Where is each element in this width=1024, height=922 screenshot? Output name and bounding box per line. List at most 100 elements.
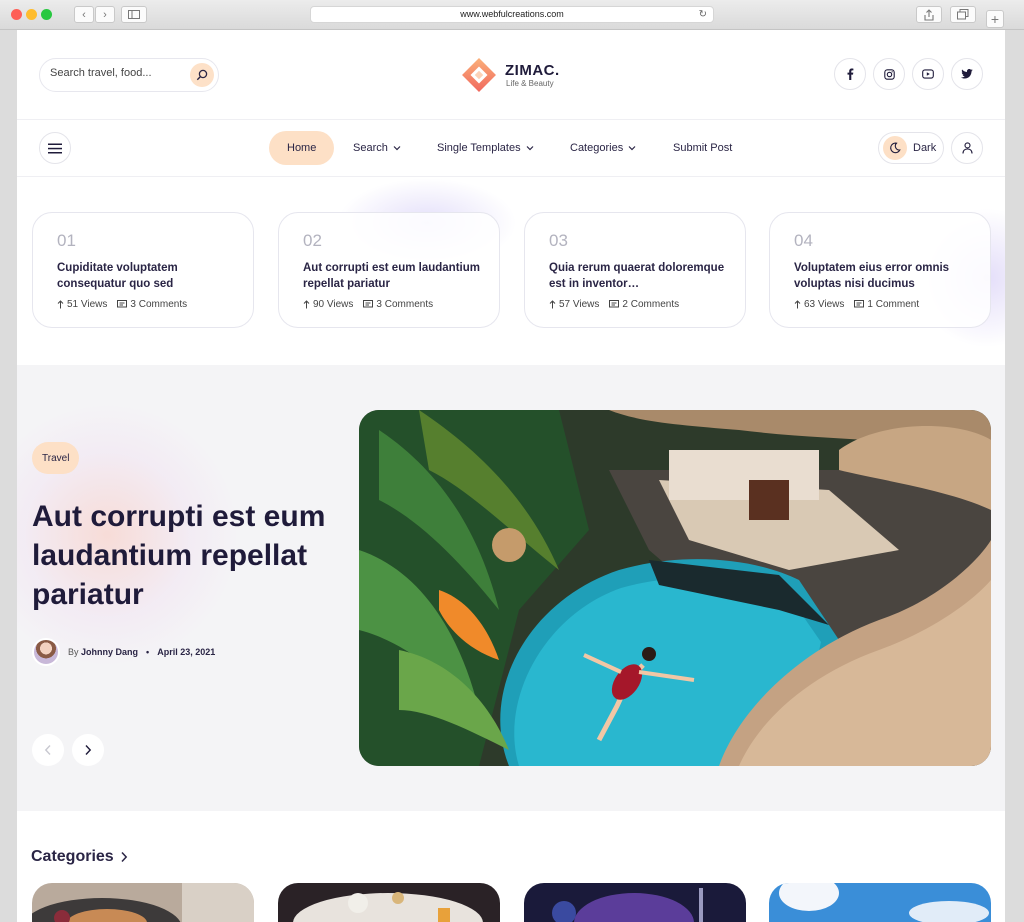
- nav-label-search: Search: [353, 142, 388, 154]
- arrow-up-icon: [57, 300, 64, 309]
- logo-name: ZIMAC.: [505, 62, 560, 79]
- minimize-window-button[interactable]: [26, 9, 37, 20]
- categories-title: Categories: [31, 848, 114, 865]
- site-logo[interactable]: ZIMAC. Life & Beauty: [460, 56, 570, 96]
- chevron-down-icon: [393, 146, 401, 151]
- dark-mode-toggle[interactable]: Dark: [878, 132, 944, 164]
- trending-card[interactable]: 03 Quia rerum quaerat doloremque est in …: [524, 212, 746, 328]
- address-bar[interactable]: www.webfulcreations.com ↻: [310, 6, 714, 23]
- reload-icon[interactable]: ↻: [699, 7, 707, 22]
- nav-label-categories: Categories: [570, 142, 624, 154]
- youtube-button[interactable]: [912, 58, 944, 90]
- comment-count: 3 Comments: [376, 299, 434, 310]
- trending-meta: 63 Views 1 Comment: [794, 299, 919, 310]
- twitter-icon: [961, 69, 973, 79]
- featured-post-title[interactable]: Aut corrupti est eum laudantium repellat…: [32, 497, 332, 614]
- search-box: [39, 58, 219, 92]
- account-button[interactable]: [951, 132, 983, 164]
- trending-meta: 57 Views 2 Comments: [549, 299, 679, 310]
- trending-title[interactable]: Quia rerum quaerat doloremque est in inv…: [549, 260, 735, 292]
- facebook-button[interactable]: [834, 58, 866, 90]
- youtube-icon: [922, 69, 934, 79]
- share-icon[interactable]: [916, 6, 942, 23]
- forward-button[interactable]: ›: [95, 6, 115, 23]
- chevron-down-icon: [526, 146, 534, 151]
- slider-next-button[interactable]: [72, 734, 104, 766]
- arrow-up-icon: [303, 300, 310, 309]
- category-card-image[interactable]: [32, 883, 254, 922]
- twitter-button[interactable]: [951, 58, 983, 90]
- moon-icon: [883, 136, 907, 160]
- instagram-button[interactable]: [873, 58, 905, 90]
- url-text: www.webfulcreations.com: [460, 9, 564, 19]
- sidebar-toggle-icon[interactable]: [121, 6, 147, 23]
- trending-title[interactable]: Cupiditate voluptatem consequatur quo se…: [57, 260, 243, 292]
- trending-number: 04: [794, 231, 813, 250]
- trending-title[interactable]: Voluptatem eius error omnis voluptas nis…: [794, 260, 980, 292]
- page-gutter-left: [0, 30, 17, 922]
- hamburger-icon: [48, 143, 62, 153]
- nav-item-search[interactable]: Search: [347, 131, 408, 165]
- post-byline: By Johnny Dang • April 23, 2021: [32, 638, 215, 666]
- nav-item-single-templates[interactable]: Single Templates: [431, 131, 541, 165]
- featured-image[interactable]: [359, 410, 991, 766]
- nav-label-home: Home: [287, 142, 317, 154]
- author-name[interactable]: Johnny Dang: [81, 647, 138, 657]
- trending-card[interactable]: 01 Cupiditate voluptatem consequatur quo…: [32, 212, 254, 328]
- nav-item-submit-post[interactable]: Submit Post: [667, 131, 738, 165]
- back-button[interactable]: ‹: [74, 6, 94, 23]
- chevron-down-icon: [628, 146, 636, 151]
- logo-tagline: Life & Beauty: [506, 79, 554, 88]
- slider-prev-button[interactable]: [32, 734, 64, 766]
- category-card-image[interactable]: [769, 883, 991, 922]
- trending-number: 01: [57, 231, 76, 250]
- trending-meta: 90 Views 3 Comments: [303, 299, 433, 310]
- arrow-up-icon: [549, 300, 556, 309]
- trending-card[interactable]: 04 Voluptatem eius error omnis voluptas …: [769, 212, 991, 328]
- comment-count: 1 Comment: [867, 299, 920, 310]
- chevron-right-icon: [85, 745, 92, 755]
- logo-diamond-icon: [462, 58, 496, 92]
- arrow-up-icon: [794, 300, 801, 309]
- trending-number: 02: [303, 231, 322, 250]
- trending-meta: 51 Views 3 Comments: [57, 299, 187, 310]
- browser-toolbar: ‹ › www.webfulcreations.com ↻ +: [0, 0, 1024, 30]
- user-icon: [961, 142, 973, 154]
- view-count: 63 Views: [804, 299, 845, 310]
- categories-heading[interactable]: Categories: [31, 848, 128, 866]
- category-card-image[interactable]: [278, 883, 500, 922]
- comment-icon: [609, 300, 620, 308]
- new-tab-button[interactable]: +: [986, 10, 1004, 28]
- view-count: 57 Views: [559, 299, 600, 310]
- tabs-overview-icon[interactable]: [950, 6, 976, 23]
- site-header: ZIMAC. Life & Beauty: [17, 30, 1005, 120]
- trending-card[interactable]: 02 Aut corrupti est eum laudantium repel…: [278, 212, 500, 328]
- page-gutter-right: [1005, 30, 1024, 922]
- nav-item-categories[interactable]: Categories: [564, 131, 643, 165]
- close-window-button[interactable]: [11, 9, 22, 20]
- nav-item-home[interactable]: Home: [269, 131, 335, 165]
- search-icon: [196, 69, 208, 81]
- comment-count: 2 Comments: [622, 299, 680, 310]
- nav-label-single-templates: Single Templates: [437, 142, 521, 154]
- search-input[interactable]: [50, 67, 180, 79]
- comment-icon: [117, 300, 128, 308]
- featured-slider: Travel Aut corrupti est eum laudantium r…: [17, 365, 1005, 811]
- web-page: ZIMAC. Life & Beauty Home Search Single …: [17, 30, 1005, 922]
- search-button[interactable]: [190, 63, 214, 87]
- category-badge[interactable]: Travel: [32, 442, 80, 474]
- author-avatar[interactable]: [32, 638, 60, 666]
- category-card-image[interactable]: [524, 883, 746, 922]
- comment-icon: [363, 300, 374, 308]
- nav-label-submit-post: Submit Post: [673, 142, 733, 154]
- trending-number: 03: [549, 231, 568, 250]
- hamburger-menu-button[interactable]: [39, 132, 71, 164]
- view-count: 90 Views: [313, 299, 354, 310]
- maximize-window-button[interactable]: [41, 9, 52, 20]
- trending-title[interactable]: Aut corrupti est eum laudantium repellat…: [303, 260, 489, 292]
- post-date: April 23, 2021: [157, 647, 216, 657]
- byline-prefix: By: [68, 647, 79, 657]
- trending-posts: 01 Cupiditate voluptatem consequatur quo…: [17, 178, 1005, 364]
- chevron-left-icon: [44, 745, 51, 755]
- comment-count: 3 Comments: [130, 299, 188, 310]
